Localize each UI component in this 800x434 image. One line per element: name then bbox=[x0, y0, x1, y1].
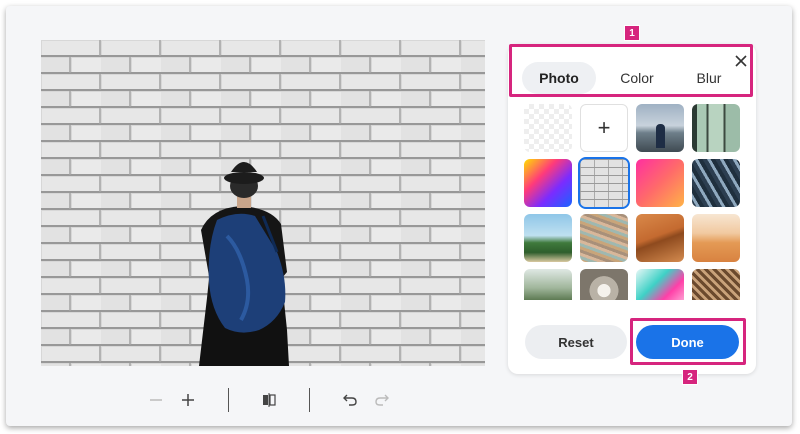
zoom-out-button[interactable] bbox=[140, 384, 172, 416]
canvas-photo[interactable] bbox=[41, 40, 485, 366]
tile-white-brick[interactable] bbox=[578, 157, 630, 209]
tile-rainbow-gradient[interactable] bbox=[524, 159, 572, 207]
annotation-badge-2: 2 bbox=[682, 369, 698, 385]
annotation-badge-1: 1 bbox=[624, 25, 640, 41]
flip-icon bbox=[263, 393, 276, 407]
plus-icon: + bbox=[597, 115, 611, 140]
tile-orange-desert[interactable] bbox=[692, 214, 740, 262]
tile-wooden-roof[interactable] bbox=[692, 269, 740, 300]
undo-icon bbox=[343, 394, 357, 406]
tile-transparent[interactable] bbox=[524, 104, 572, 152]
zoom-in-button[interactable] bbox=[172, 384, 204, 416]
tile-corridor-arches[interactable] bbox=[580, 269, 628, 300]
redo-button[interactable] bbox=[366, 384, 398, 416]
tile-glass-building[interactable] bbox=[692, 159, 740, 207]
tile-teal-pink-abstract[interactable] bbox=[636, 269, 684, 300]
tile-window-interior[interactable] bbox=[692, 104, 740, 152]
tile-pink-gradient[interactable] bbox=[636, 159, 684, 207]
toolbar-divider bbox=[228, 388, 229, 412]
flip-button[interactable] bbox=[253, 384, 285, 416]
undo-button[interactable] bbox=[334, 384, 366, 416]
tile-person-viewpoint[interactable] bbox=[636, 104, 684, 152]
canvas-toolbar bbox=[140, 384, 398, 416]
brick-wall-photo bbox=[41, 40, 485, 366]
tile-forest-bridge[interactable] bbox=[524, 269, 572, 300]
person-silhouette bbox=[656, 124, 665, 148]
background-thumbnails: + bbox=[524, 104, 740, 300]
tile-desert-dunes[interactable] bbox=[636, 214, 684, 262]
toolbar-divider bbox=[309, 388, 310, 412]
highlight-box-tabs bbox=[509, 44, 753, 97]
tile-palm-beach[interactable] bbox=[524, 214, 572, 262]
redo-icon bbox=[375, 394, 389, 406]
zoom-out-icon bbox=[150, 399, 162, 401]
reset-button[interactable]: Reset bbox=[525, 325, 627, 359]
tile-colorful-wall[interactable] bbox=[580, 214, 628, 262]
upload-button[interactable]: + bbox=[580, 104, 628, 152]
zoom-in-icon bbox=[182, 394, 194, 406]
highlight-box-done bbox=[630, 318, 746, 365]
